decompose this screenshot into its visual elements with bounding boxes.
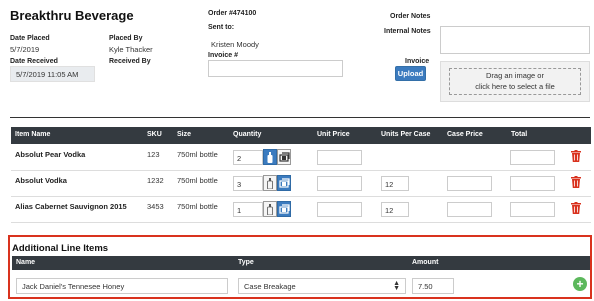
trash-icon[interactable]	[571, 202, 581, 214]
unit-price-input[interactable]	[317, 176, 362, 191]
bottle-toggle[interactable]	[263, 149, 277, 165]
unit-price-input[interactable]	[317, 150, 362, 165]
table-row: Absolut Vodka 1232 750ml bottle 3 12	[11, 171, 591, 197]
bottle-toggle[interactable]	[263, 201, 277, 217]
item-name: Absolut Vodka	[15, 176, 67, 185]
case-toggle[interactable]	[277, 149, 291, 165]
section-divider	[10, 117, 590, 118]
bottle-icon	[267, 177, 273, 189]
item-name: Absolut Pear Vodka	[15, 150, 86, 159]
received-by-label: Received By	[109, 58, 151, 65]
case-icon	[278, 178, 290, 188]
invoice-number-label: Invoice #	[208, 52, 238, 59]
col-unit-price: Unit Price	[317, 131, 350, 138]
table-row: Alias Cabernet Sauvignon 2015 3453 750ml…	[11, 197, 591, 223]
table-row: Absolut Pear Vodka 123 750ml bottle 2	[11, 145, 591, 171]
item-sku: 1232	[147, 176, 164, 185]
plus-circle-icon[interactable]: +	[573, 277, 587, 291]
case-price-input[interactable]	[447, 202, 492, 217]
date-placed-label: Date Placed	[10, 35, 50, 42]
line-item-type-value: Case Breakage	[244, 282, 296, 291]
case-icon	[278, 204, 290, 214]
col-size: Size	[177, 131, 192, 138]
col-type: Type	[238, 259, 254, 266]
case-toggle[interactable]	[277, 175, 291, 191]
placed-by-label: Placed By	[109, 35, 143, 42]
col-amount: Amount	[412, 259, 439, 266]
item-sku: 123	[147, 150, 160, 159]
line-item-name-input[interactable]: Jack Daniel's Tennesee Honey	[16, 278, 228, 294]
item-name: Alias Cabernet Sauvignon 2015	[15, 202, 127, 211]
trash-icon[interactable]	[571, 176, 581, 188]
dropzone-line-1: Drag an image or	[486, 71, 544, 80]
order-notes-label: Order Notes	[390, 13, 431, 20]
item-size: 750ml bottle	[177, 176, 218, 185]
col-total: Total	[511, 131, 528, 138]
placed-by-value: Kyle Thacker	[109, 45, 153, 54]
quantity-input[interactable]: 3	[233, 176, 263, 191]
col-item-name: Item Name	[15, 131, 51, 138]
dropzone-target[interactable]: Drag an image or click here to select a …	[449, 68, 581, 95]
items-table-header: Item Name SKU Size Quantity Unit Price U…	[11, 127, 591, 144]
vendor-title: Breakthru Beverage	[10, 8, 134, 23]
sent-to-value: Kristen Moody	[211, 40, 259, 49]
quantity-input[interactable]: 2	[233, 150, 263, 165]
units-per-case-input[interactable]: 12	[381, 176, 409, 191]
bottle-icon	[267, 151, 273, 163]
item-size: 750ml bottle	[177, 202, 218, 211]
item-sku: 3453	[147, 202, 164, 211]
date-placed-value: 5/7/2019	[10, 45, 40, 54]
additional-line-items-section: Additional Line Items Name Type Amount J…	[8, 235, 592, 299]
trash-icon[interactable]	[571, 150, 581, 162]
total-input[interactable]	[510, 150, 555, 165]
additional-table-header: Name Type Amount	[12, 256, 590, 270]
col-case-price: Case Price	[447, 131, 483, 138]
total-input[interactable]	[510, 176, 555, 191]
additional-line-items-title: Additional Line Items	[12, 243, 109, 254]
date-received-label: Date Received	[10, 58, 58, 65]
unit-price-input[interactable]	[317, 202, 362, 217]
quantity-input[interactable]: 1	[233, 202, 263, 217]
order-number: Order #474100	[208, 10, 257, 17]
item-size: 750ml bottle	[177, 150, 218, 159]
dropzone-line-2: click here to select a file	[475, 81, 555, 91]
line-item-amount-input[interactable]: 7.50	[412, 278, 454, 294]
internal-notes-label: Internal Notes	[384, 28, 431, 35]
col-quantity: Quantity	[233, 131, 262, 138]
col-sku: SKU	[147, 131, 162, 138]
case-toggle[interactable]	[277, 201, 291, 217]
invoice-dropzone[interactable]: Drag an image or click here to select a …	[440, 61, 590, 102]
sent-to-label: Sent to:	[208, 24, 235, 31]
invoice-label: Invoice	[405, 58, 430, 65]
case-icon	[278, 152, 290, 162]
col-units-per-case: Units Per Case	[381, 131, 431, 138]
line-item-type-select[interactable]: Case Breakage ▲ ▼	[238, 278, 406, 294]
date-received-field[interactable]: 5/7/2019 11:05 AM	[10, 66, 95, 82]
bottle-icon	[267, 203, 273, 215]
case-price-input[interactable]	[447, 176, 492, 191]
col-name: Name	[16, 259, 36, 266]
bottle-toggle[interactable]	[263, 175, 277, 191]
total-input[interactable]	[510, 202, 555, 217]
internal-notes-textarea[interactable]	[440, 26, 590, 54]
units-per-case-input[interactable]: 12	[381, 202, 409, 217]
invoice-number-input[interactable]	[208, 60, 343, 77]
upload-button[interactable]: Upload	[395, 66, 426, 81]
select-arrows-icon: ▲ ▼	[393, 280, 400, 292]
